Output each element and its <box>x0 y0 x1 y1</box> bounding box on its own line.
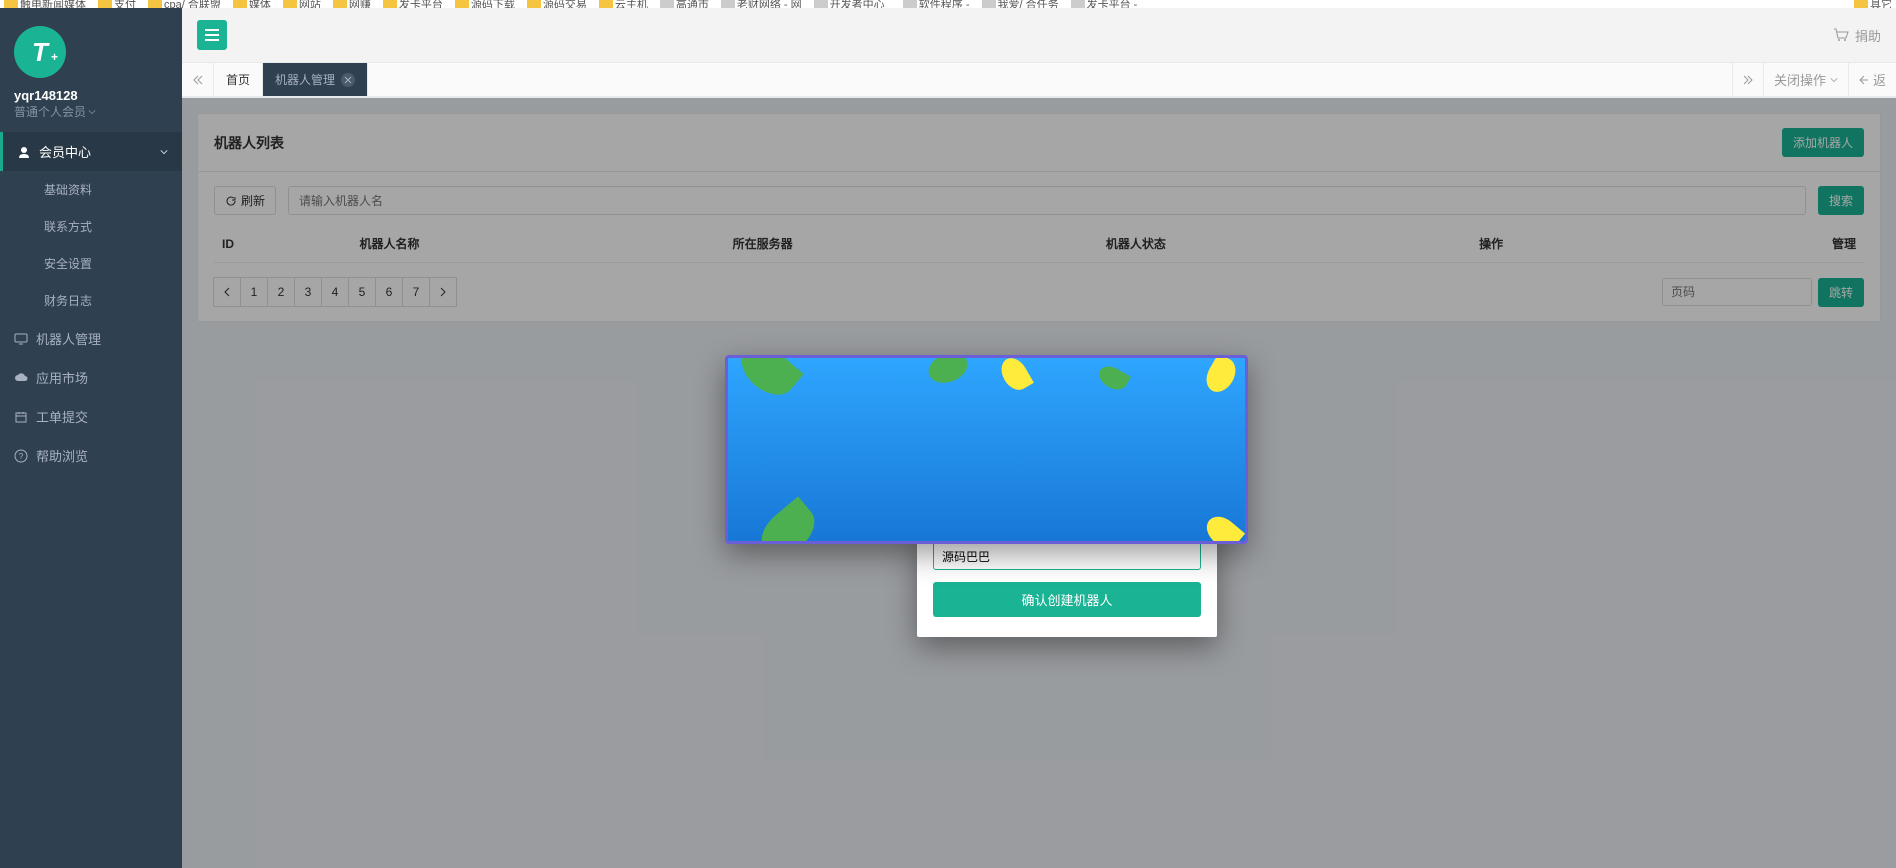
tabs-row: 首页 机器人管理 关闭操作 返 <box>182 63 1896 98</box>
bookmark-item[interactable]: 媒体 <box>233 0 271 8</box>
bookmark-item[interactable]: 云主机 <box>599 0 648 8</box>
bookmark-item[interactable]: 网赚 <box>333 0 371 8</box>
double-chevron-right-icon <box>1743 75 1753 85</box>
tabs-scroll-right[interactable] <box>1732 63 1763 96</box>
bookmark-item[interactable]: cpa/ 合联盟 <box>148 0 221 8</box>
bookmark-item[interactable]: 高通市 <box>660 0 709 8</box>
sidebar-item-contact[interactable]: 联系方式 <box>0 208 182 245</box>
bookmark-item[interactable]: 我爱/ 合任务 <box>982 0 1059 8</box>
tab-bot-manage[interactable]: 机器人管理 <box>263 63 368 96</box>
tabs-back[interactable]: 返 <box>1848 63 1896 96</box>
bookmark-item[interactable]: 老财网络 - 网 <box>721 0 802 8</box>
sidebar-item-ticket[interactable]: 工单提交 <box>0 397 182 436</box>
content: 机器人列表 添加机器人 刷新 搜索 ID <box>182 98 1896 868</box>
cloud-icon <box>14 371 28 385</box>
sidebar-item-member-center[interactable]: 会员中心 <box>0 132 182 171</box>
bookmark-item[interactable]: 源码下载 <box>455 0 515 8</box>
bookmark-item[interactable]: 发卡平台 <box>383 0 443 8</box>
confirm-create-button[interactable]: 确认创建机器人 <box>933 582 1201 617</box>
bookmark-item[interactable]: 发卡平台 - <box>1071 0 1138 8</box>
tab-home[interactable]: 首页 <box>214 63 263 96</box>
user-icon <box>17 145 31 159</box>
cart-icon <box>1833 28 1849 42</box>
bookmark-item[interactable]: 软件程序 - <box>903 0 970 8</box>
sidebar-item-basic-info[interactable]: 基础资料 <box>0 171 182 208</box>
topbar: 捐助 <box>182 8 1896 63</box>
tab-close-button[interactable] <box>341 73 355 87</box>
monitor-icon <box>14 332 28 346</box>
chevron-down-icon <box>160 148 168 156</box>
hamburger-icon <box>205 29 219 41</box>
bookmark-item[interactable]: 源码交易 <box>527 0 587 8</box>
sidebar-item-security[interactable]: 安全设置 <box>0 245 182 282</box>
tabs-close-ops[interactable]: 关闭操作 <box>1763 63 1848 96</box>
bookmark-item[interactable]: 触电新闻媒体 <box>4 0 86 8</box>
main-area: 捐助 首页 机器人管理 关闭操作 <box>182 8 1896 868</box>
bookmarks-bar: 触电新闻媒体 支付 cpa/ 合联盟 媒体 网站 网赚 发卡平台 源码下载 源码… <box>0 0 1896 8</box>
bookmark-item[interactable]: 网站 <box>283 0 321 8</box>
chevron-down-icon <box>1830 76 1838 84</box>
create-bot-modal: 确认创建机器人 <box>917 528 1217 637</box>
username: yqr148128 <box>14 88 168 103</box>
bookmark-item[interactable]: 支付 <box>98 0 136 8</box>
avatar: T <box>14 26 66 78</box>
profile-block: T yqr148128 普通个人会员 <box>0 8 182 132</box>
bookmark-item[interactable]: 开发者中心_ <box>814 0 891 8</box>
donate-link[interactable]: 捐助 <box>1855 26 1881 45</box>
help-icon: ? <box>14 449 28 463</box>
user-role[interactable]: 普通个人会员 <box>14 103 168 120</box>
double-chevron-left-icon <box>193 75 203 85</box>
sidebar-item-bot-manage[interactable]: 机器人管理 <box>0 319 182 358</box>
sidebar-item-app-market[interactable]: 应用市场 <box>0 358 182 397</box>
sidebar-nav: 会员中心 基础资料 联系方式 安全设置 财务日志 机器人管理 应用市场 工单提交… <box>0 132 182 475</box>
bot-name-input[interactable] <box>933 542 1201 570</box>
sidebar-item-finance-log[interactable]: 财务日志 <box>0 282 182 319</box>
tabs-scroll-left[interactable] <box>182 63 214 96</box>
svg-text:?: ? <box>19 452 24 461</box>
sidebar: T yqr148128 普通个人会员 会员中心 基础资料 联系方式 安全设置 财… <box>0 8 182 868</box>
chevron-down-icon <box>88 108 96 116</box>
bookmark-item[interactable]: 具它 <box>1854 0 1892 8</box>
decorative-banner <box>725 355 1248 544</box>
sidebar-item-help[interactable]: ? 帮助浏览 <box>0 436 182 475</box>
calendar-icon <box>14 410 28 424</box>
close-icon <box>344 76 352 84</box>
menu-toggle-button[interactable] <box>197 20 227 50</box>
back-arrow-icon <box>1859 75 1869 85</box>
